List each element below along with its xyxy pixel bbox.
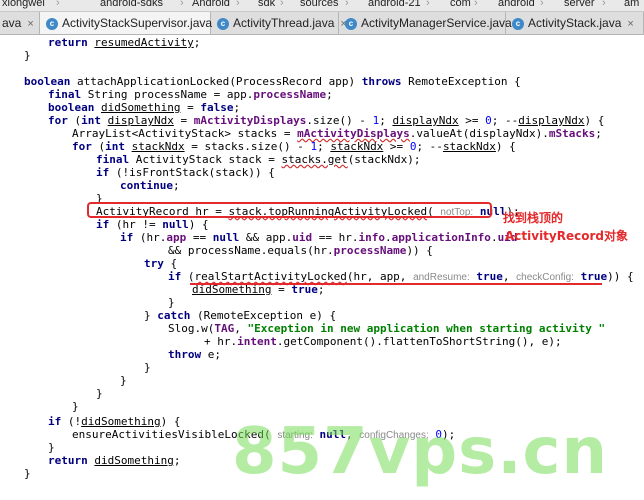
code-line: if (hr != null) {	[96, 218, 209, 231]
breadcrumb-item-android-pkg[interactable]: android	[498, 0, 535, 9]
code-line: && processName.equals(hr.processName)) {	[168, 244, 433, 257]
tab-overflow[interactable]: ava ×	[0, 12, 40, 34]
code-line: }	[168, 296, 175, 309]
code-line: final String processName = app.processNa…	[48, 88, 333, 101]
code-line: if (!isFrontStack(stack)) {	[96, 166, 275, 179]
breadcrumb-item-am[interactable]: am	[624, 0, 639, 9]
breadcrumb-item-android-21[interactable]: android-21	[368, 0, 421, 9]
code-line: return resumedActivity;	[48, 36, 201, 49]
code-line: return didSomething;	[48, 454, 181, 467]
parameter-hint: checkConfig:	[516, 272, 574, 283]
code-line: boolean attachApplicationLocked(ProcessR…	[24, 75, 521, 88]
code-line: }	[144, 361, 151, 374]
highlight-box	[87, 202, 492, 218]
code-editor[interactable]: return resumedActivity; } boolean attach…	[0, 35, 644, 500]
breadcrumb-separator-icon: ›	[236, 0, 240, 9]
code-line: }	[24, 49, 31, 62]
watermark: 857vps.cn	[232, 415, 609, 489]
code-line: ArrayList<ActivityStack> stacks = mActiv…	[72, 127, 602, 140]
java-class-icon: c	[345, 17, 357, 30]
breadcrumb-separator-icon: ›	[540, 0, 544, 9]
java-class-icon: c	[217, 17, 229, 30]
tab-activity-manager-service[interactable]: cActivityManagerService.java×	[339, 12, 524, 34]
code-line: }	[72, 400, 79, 413]
code-line: } catch (RemoteException e) {	[144, 309, 337, 322]
breadcrumb-separator-icon: ›	[426, 0, 430, 9]
code-line: + hr.intent.getComponent().flattenToShor…	[204, 335, 562, 348]
code-line: continue;	[120, 179, 180, 192]
code-line: }	[48, 441, 55, 454]
breadcrumb-separator-icon: ›	[345, 0, 349, 9]
breadcrumb-separator-icon: ›	[474, 0, 478, 9]
java-class-icon: c	[46, 17, 58, 30]
code-line: if (hr.app == null && app.uid == hr.info…	[120, 231, 518, 244]
code-line: }	[120, 374, 127, 387]
breadcrumb-item-sdk[interactable]: sdk	[258, 0, 275, 9]
code-line: if (!didSomething) {	[48, 415, 181, 428]
highlight-underline	[190, 283, 602, 285]
breadcrumb-separator-icon: ›	[602, 0, 606, 9]
code-line: try {	[144, 257, 178, 270]
breadcrumb: xiongwei › android-sdks › Android › sdk …	[0, 0, 644, 12]
annotation-text: ActivityRecord对象	[505, 229, 628, 243]
annotation-text: 找到栈顶的	[503, 211, 564, 225]
breadcrumb-separator-icon: ›	[280, 0, 284, 9]
code-line-highlighted: if (realStartActivityLocked(hr, app, and…	[168, 270, 634, 283]
breadcrumb-item-sources[interactable]: sources	[300, 0, 339, 9]
code-line: }	[96, 387, 103, 400]
code-line: Slog.w(TAG, "Exception in new applicatio…	[168, 322, 606, 335]
breadcrumb-separator-icon: ›	[180, 0, 184, 9]
breadcrumb-item-server[interactable]: server	[564, 0, 595, 9]
code-line: throw e;	[168, 348, 221, 361]
breadcrumb-item-com[interactable]: com	[450, 0, 471, 9]
java-class-icon: c	[512, 17, 524, 30]
close-icon[interactable]: ×	[27, 18, 33, 30]
parameter-hint: andResume:	[413, 272, 470, 283]
breadcrumb-separator-icon: ›	[56, 0, 60, 9]
code-line: boolean didSomething = false;	[48, 101, 241, 114]
code-line: for (int displayNdx = mActivityDisplays.…	[48, 114, 605, 127]
code-line: }	[24, 467, 31, 480]
breadcrumb-item-xiongwei[interactable]: xiongwei	[2, 0, 45, 9]
close-icon[interactable]: ×	[627, 18, 633, 30]
tab-activity-thread[interactable]: c ActivityThread.java ×	[211, 12, 347, 34]
code-line: for (int stackNdx = stacks.size() - 1; s…	[72, 140, 516, 153]
breadcrumb-item-android[interactable]: Android	[192, 0, 230, 9]
tab-activity-stack-supervisor[interactable]: cActivityStackSupervisor.java×	[40, 12, 225, 34]
code-line: final ActivityStack stack = stacks.get(s…	[96, 153, 421, 166]
editor-tab-bar: ava× cActivityStackSupervisor.java× cAct…	[0, 12, 644, 35]
breadcrumb-item-android-sdks[interactable]: android-sdks	[100, 0, 163, 9]
tab-activity-stack[interactable]: c ActivityStack.java ×	[506, 12, 644, 34]
